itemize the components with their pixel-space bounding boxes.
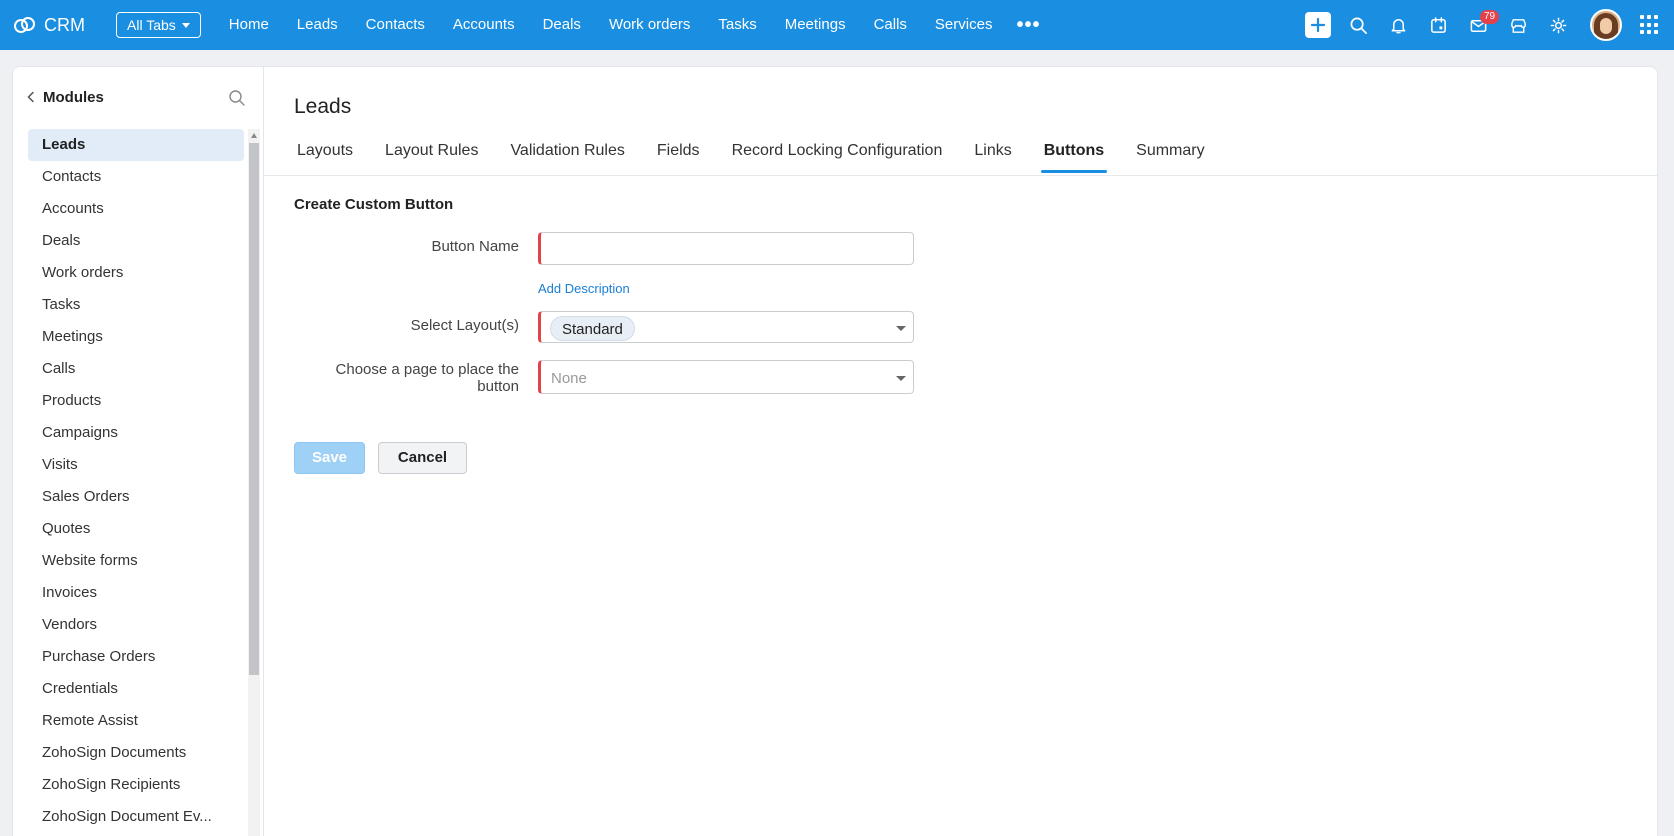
cancel-button[interactable]: Cancel [378, 442, 467, 474]
save-button[interactable]: Save [294, 442, 365, 474]
user-avatar[interactable] [1590, 9, 1622, 41]
tab-summary[interactable]: Summary [1133, 137, 1207, 173]
chevron-down-icon [181, 22, 190, 28]
tab-layouts[interactable]: Layouts [294, 137, 356, 173]
sidebar-item-contacts[interactable]: Contacts [28, 161, 244, 193]
scroll-up-arrow-icon[interactable] [251, 133, 257, 138]
tab-links[interactable]: Links [971, 137, 1014, 173]
crm-logo-icon [14, 17, 35, 33]
sidebar-item-campaigns[interactable]: Campaigns [28, 417, 244, 449]
create-button[interactable] [1298, 0, 1338, 50]
all-tabs-dropdown[interactable]: All Tabs [116, 12, 201, 38]
tab-validation-rules[interactable]: Validation Rules [507, 137, 627, 173]
topbar-actions: 79 [1298, 0, 1674, 50]
tabs-divider [264, 175, 1657, 176]
sidebar-item-deals[interactable]: Deals [28, 225, 244, 257]
search-icon[interactable] [228, 89, 246, 107]
sidebar-scrollbar[interactable] [248, 129, 260, 836]
nav-calls[interactable]: Calls [860, 0, 921, 50]
sidebar-item-credentials[interactable]: Credentials [28, 673, 244, 705]
sidebar-item-vendors[interactable]: Vendors [28, 609, 244, 641]
nav-tasks[interactable]: Tasks [704, 0, 770, 50]
brand-name: CRM [44, 14, 85, 35]
sidebar-item-purchase-orders[interactable]: Purchase Orders [28, 641, 244, 673]
sidebar-item-zohosign-documents[interactable]: ZohoSign Documents [28, 737, 244, 769]
nav-accounts[interactable]: Accounts [439, 0, 529, 50]
sidebar-header: Modules [13, 67, 264, 127]
select-layouts-dropdown[interactable]: Standard [538, 311, 914, 343]
nav-services[interactable]: Services [921, 0, 1007, 50]
sidebar-item-visits[interactable]: Visits [28, 449, 244, 481]
sidebar-item-products[interactable]: Products [28, 385, 244, 417]
sidebar-item-zohosign-document-events[interactable]: ZohoSign Document Ev... [28, 801, 244, 833]
tab-buttons[interactable]: Buttons [1040, 137, 1108, 173]
search-icon [1350, 17, 1367, 34]
nav-contacts[interactable]: Contacts [352, 0, 439, 50]
module-tabs: Layouts Layout Rules Validation Rules Fi… [294, 137, 1234, 173]
notifications-button[interactable] [1378, 0, 1418, 50]
tab-record-locking[interactable]: Record Locking Configuration [729, 137, 946, 173]
add-description-link[interactable]: Add Description [538, 281, 630, 296]
nav-leads[interactable]: Leads [283, 0, 352, 50]
select-layouts-label: Select Layout(s) [410, 317, 519, 334]
tab-fields[interactable]: Fields [654, 137, 703, 173]
layout-chip[interactable]: Standard [550, 316, 635, 341]
calendar-button[interactable] [1418, 0, 1458, 50]
sidebar-item-accounts[interactable]: Accounts [28, 193, 244, 225]
tab-layout-rules[interactable]: Layout Rules [382, 137, 481, 173]
back-button[interactable] [23, 89, 39, 105]
sidebar-item-calls[interactable]: Calls [28, 353, 244, 385]
apps-grid-icon[interactable] [1640, 15, 1660, 35]
setup-card: Modules Leads Contacts Accounts Deals Wo… [12, 66, 1658, 836]
sidebar-item-meetings[interactable]: Meetings [28, 321, 244, 353]
mail-button[interactable]: 79 [1458, 0, 1500, 50]
page-title: Leads [294, 95, 352, 118]
nav-meetings[interactable]: Meetings [771, 0, 860, 50]
calendar-icon [1430, 16, 1446, 33]
plus-icon [1305, 12, 1331, 38]
top-navigation-bar: CRM All Tabs Home Leads Contacts Account… [0, 0, 1674, 50]
crm-logo[interactable]: CRM [12, 12, 104, 38]
sidebar-item-website-forms[interactable]: Website forms [28, 545, 244, 577]
choose-page-label-line2: button [477, 378, 519, 395]
settings-button[interactable] [1538, 0, 1578, 50]
store-icon [1510, 18, 1526, 33]
sidebar-item-leads[interactable]: Leads [28, 129, 244, 161]
sidebar-item-zohosign-recipients[interactable]: ZohoSign Recipients [28, 769, 244, 801]
main-content: Leads Layouts Layout Rules Validation Ru… [264, 67, 1657, 836]
chevron-down-icon [896, 376, 906, 381]
scrollbar-thumb[interactable] [249, 143, 259, 675]
section-title: Create Custom Button [294, 196, 454, 213]
button-name-input[interactable] [541, 233, 913, 264]
choose-page-label: Choose a page to place the button [304, 361, 519, 395]
button-name-label: Button Name [431, 238, 519, 255]
bell-icon [1391, 18, 1405, 33]
sidebar-title: Modules [43, 88, 104, 106]
sidebar-item-invoices[interactable]: Invoices [28, 577, 244, 609]
nav-deals[interactable]: Deals [529, 0, 595, 50]
modules-list: Leads Contacts Accounts Deals Work order… [28, 129, 244, 833]
gear-icon [1550, 17, 1566, 33]
nav-work-orders[interactable]: Work orders [595, 0, 704, 50]
sidebar-item-remote-assist[interactable]: Remote Assist [28, 705, 244, 737]
choose-page-label-line1: Choose a page to place the [335, 361, 519, 378]
button-name-field[interactable] [538, 232, 914, 265]
all-tabs-label: All Tabs [127, 17, 176, 33]
mail-count-badge: 79 [1480, 10, 1500, 24]
sidebar-item-work-orders[interactable]: Work orders [28, 257, 244, 289]
chevron-left-icon [27, 91, 34, 103]
chevron-down-icon [896, 326, 906, 331]
more-icon[interactable]: ••• [1006, 0, 1050, 50]
main-nav: Home Leads Contacts Accounts Deals Work … [215, 0, 1051, 50]
choose-page-dropdown[interactable]: None [538, 360, 914, 394]
nav-home[interactable]: Home [215, 0, 283, 50]
marketplace-button[interactable] [1498, 0, 1538, 50]
sidebar-item-quotes[interactable]: Quotes [28, 513, 244, 545]
sidebar-item-tasks[interactable]: Tasks [28, 289, 244, 321]
search-button[interactable] [1338, 0, 1378, 50]
choose-page-placeholder: None [551, 370, 587, 387]
sidebar-item-sales-orders[interactable]: Sales Orders [28, 481, 244, 513]
modules-sidebar: Modules Leads Contacts Accounts Deals Wo… [13, 67, 264, 836]
